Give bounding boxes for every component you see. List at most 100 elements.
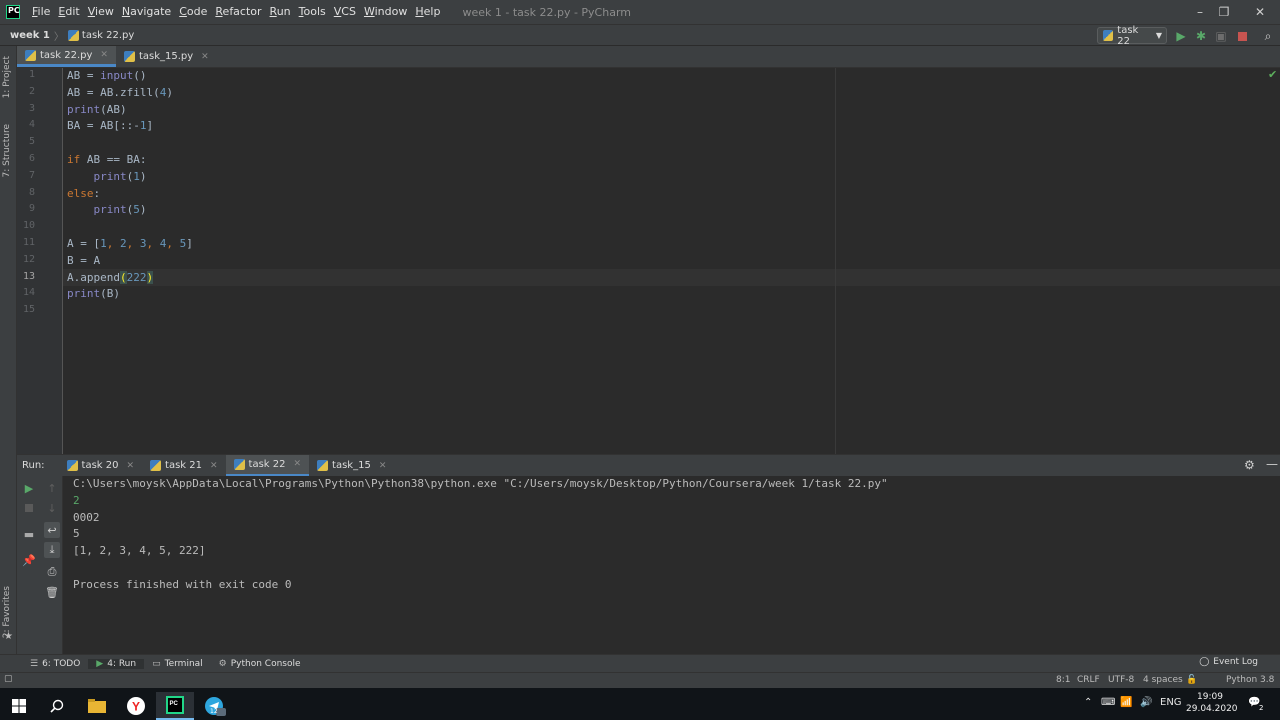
menu-item[interactable]: Tools — [295, 0, 330, 24]
project-tool-tab[interactable]: 1: Project — [2, 56, 12, 98]
bottom-tool-tab-label: Python Console — [230, 658, 301, 669]
python-interpreter[interactable]: Python 3.8 — [1226, 675, 1274, 685]
menu-label: un — [276, 5, 291, 18]
line-number: 1 — [28, 69, 35, 80]
run-with-coverage-icon[interactable]: ▣ — [1213, 28, 1229, 44]
close-tab-icon[interactable]: ✕ — [294, 459, 302, 469]
layout-icon[interactable]: ▬ — [21, 526, 37, 542]
menu-mnemonic: H — [415, 5, 424, 18]
run-icon[interactable]: ▶ — [1173, 28, 1189, 44]
breadcrumb-file[interactable]: task 22.py — [67, 29, 134, 41]
run-tab[interactable]: task 20 ✕ — [59, 455, 143, 477]
run-tabs: task 20 ✕ task 21 ✕ task 22 ✕ task_15 ✕ — [59, 454, 395, 477]
network-icon[interactable]: 📶 — [1120, 697, 1132, 708]
menu-label: efactor — [222, 5, 262, 18]
left-tool-strip: 1: Project 7: Structure 2: Favorites ★ — [0, 46, 17, 654]
scroll-to-end-icon[interactable]: ⤓ — [44, 542, 60, 558]
debug-icon[interactable]: ✱ — [1193, 28, 1209, 44]
line-separator[interactable]: CRLF — [1077, 675, 1100, 685]
pin-icon[interactable]: 📌 — [21, 552, 37, 568]
file-encoding[interactable]: UTF-8 — [1108, 675, 1134, 685]
hide-panel-icon[interactable]: — — [1266, 457, 1278, 471]
bottom-tool-tab[interactable]: ▶ 4: Run — [88, 658, 145, 669]
toggle-tool-windows-icon[interactable]: ▢ — [4, 674, 13, 684]
close-tab-icon[interactable]: ✕ — [100, 50, 108, 60]
keyboard-icon[interactable]: ⌨ — [1101, 697, 1115, 708]
windows-start-icon[interactable] — [0, 692, 38, 720]
run-console[interactable] — [63, 476, 1280, 654]
run-config-label: task 22 — [1117, 24, 1139, 47]
code-line: A.append(222) — [67, 270, 154, 284]
code-line: A = [1, 2, 3, 4, 5] — [67, 237, 193, 250]
line-number: 14 — [22, 287, 35, 299]
volume-icon[interactable]: 🔊 — [1140, 697, 1152, 708]
menu-mnemonic: R — [215, 5, 223, 18]
close-tab-icon[interactable]: ✕ — [201, 52, 209, 62]
tool-tab-icon: ⚙ — [218, 658, 227, 669]
gear-icon[interactable]: ⚙ — [1244, 458, 1255, 472]
close-tab-icon[interactable]: ✕ — [127, 461, 135, 471]
editor-tab[interactable]: task 22.py ✕ — [17, 46, 116, 67]
bottom-tool-tab[interactable]: ⚙ Python Console — [211, 659, 309, 669]
line-number: 8 — [28, 186, 35, 198]
bottom-tool-bar: ☰ 6: TODO ▶ 4: Run ▭ Terminal ⚙ Python Console … — [0, 654, 1280, 672]
menu-item[interactable]: Navigate — [118, 0, 175, 24]
soft-wrap-icon[interactable]: ↩ — [44, 522, 60, 538]
yandex-browser-icon[interactable]: Y — [117, 692, 155, 720]
file-explorer-icon[interactable] — [78, 692, 116, 720]
clock[interactable]: 19:09 29.04.2020 — [1186, 691, 1238, 715]
editor-tab-label: task 22.py — [40, 49, 93, 61]
line-number: 11 — [22, 237, 35, 248]
editor-tab[interactable]: task_15.py ✕ — [116, 46, 217, 67]
structure-tool-tab[interactable]: 7: Structure — [2, 124, 12, 178]
search-icon[interactable] — [38, 692, 76, 720]
stop-icon[interactable] — [1234, 28, 1250, 44]
caret-position[interactable]: 8:1 — [1056, 675, 1070, 685]
line-number: 13 — [22, 270, 35, 282]
run-tab-label: task 21 — [165, 460, 202, 471]
bottom-tool-tab[interactable]: ☰ 6: TODO — [22, 659, 88, 669]
run-tab-label: task_15 — [332, 460, 371, 471]
run-tab[interactable]: task 22 ✕ — [225, 454, 310, 477]
telegram-icon[interactable] — [196, 692, 234, 720]
menu-item[interactable]: File — [28, 0, 54, 24]
event-log-button[interactable]: ◯ Event Log — [1199, 657, 1258, 667]
breadcrumb-project[interactable]: week 1 — [10, 30, 50, 41]
menu-item[interactable]: Help — [411, 0, 444, 24]
run-config-dropdown[interactable]: task 22 ▼ — [1097, 24, 1167, 47]
menu-label: dit — [65, 5, 80, 18]
menu-item[interactable]: VCS — [330, 0, 360, 24]
menu-item[interactable]: Edit — [54, 0, 83, 24]
menu-item[interactable]: Code — [175, 0, 211, 24]
run-tab[interactable]: task 21 ✕ — [142, 455, 226, 477]
show-hidden-icons-icon[interactable]: ⌃ — [1084, 697, 1092, 708]
close-tab-icon[interactable]: ✕ — [210, 461, 218, 471]
menu-item[interactable]: Run — [266, 0, 295, 24]
window-title: week 1 - task 22.py - PyCharm — [462, 5, 631, 19]
search-everywhere-icon[interactable]: ⌕ — [1260, 28, 1276, 44]
inspection-ok-icon[interactable]: ✔ — [1268, 68, 1277, 81]
up-arrow-icon[interactable]: ↑ — [44, 480, 60, 496]
tool-tab-icon: ☰ — [30, 658, 39, 669]
close-tab-icon[interactable]: ✕ — [379, 461, 387, 471]
menu-item[interactable]: Window — [360, 0, 411, 24]
close-window-icon[interactable]: ✕ — [1244, 0, 1276, 24]
menu-label: ode — [186, 5, 208, 18]
lock-icon[interactable]: 🔓 — [1186, 675, 1197, 685]
input-language[interactable]: ENG — [1160, 697, 1182, 708]
stop-run-icon[interactable] — [21, 500, 37, 516]
bottom-tool-tab[interactable]: ▭ Terminal — [144, 659, 211, 669]
pycharm-logo-icon[interactable]: PC — [6, 5, 20, 19]
run-tab[interactable]: task_15 ✕ — [309, 455, 394, 477]
pycharm-taskbar-icon[interactable]: PC — [156, 692, 194, 720]
code-editor[interactable] — [63, 68, 1280, 454]
maximize-icon[interactable]: ❐ — [1208, 0, 1240, 24]
print-icon[interactable]: ⎙ — [44, 564, 60, 580]
trash-icon[interactable]: 🗑 — [44, 584, 60, 600]
down-arrow-icon[interactable]: ↓ — [44, 500, 60, 516]
menu-item[interactable]: Refactor — [211, 0, 265, 24]
indent-setting[interactable]: 4 spaces — [1143, 675, 1183, 685]
rerun-icon[interactable]: ▶ — [21, 480, 37, 496]
menu-item[interactable]: View — [84, 0, 118, 24]
console-line: 5 — [73, 527, 80, 541]
